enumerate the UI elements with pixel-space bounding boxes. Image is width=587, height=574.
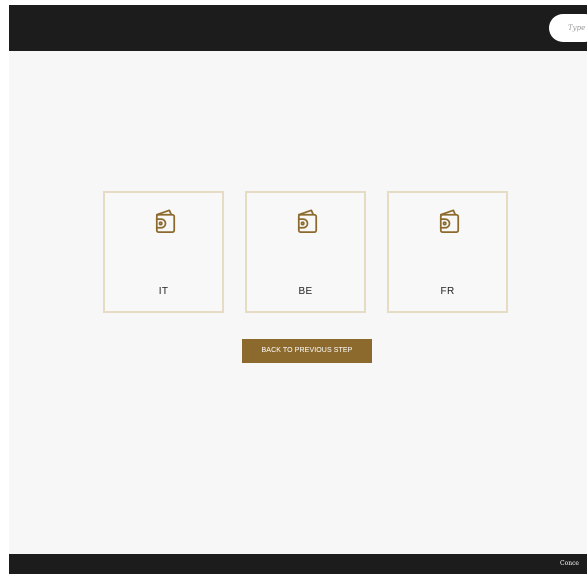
wallet-icon <box>439 209 460 234</box>
wallet-option-be[interactable]: BE <box>245 191 366 313</box>
footer-link[interactable]: Conce <box>560 554 587 574</box>
wallet-option-label: FR <box>440 286 455 297</box>
search-input[interactable]: Type <box>549 14 587 42</box>
wallet-option-it[interactable]: IT <box>103 191 224 313</box>
back-to-previous-step-button[interactable]: BACK TO PREVIOUS STEP <box>242 339 372 363</box>
main-content: IT BE FR BACK TO PREVIOUS STEP <box>9 51 587 554</box>
wallet-option-label: IT <box>158 286 169 297</box>
footer-bar: Conce <box>9 554 587 574</box>
wallet-icon <box>297 209 318 234</box>
wallet-icon <box>155 209 176 234</box>
wallet-option-fr[interactable]: FR <box>387 191 508 313</box>
wallet-option-label: BE <box>298 286 313 297</box>
top-header: Type <box>9 5 587 51</box>
app-window: Type IT BE FR BACK TO PREVIOUS STEP Conc… <box>0 0 587 574</box>
